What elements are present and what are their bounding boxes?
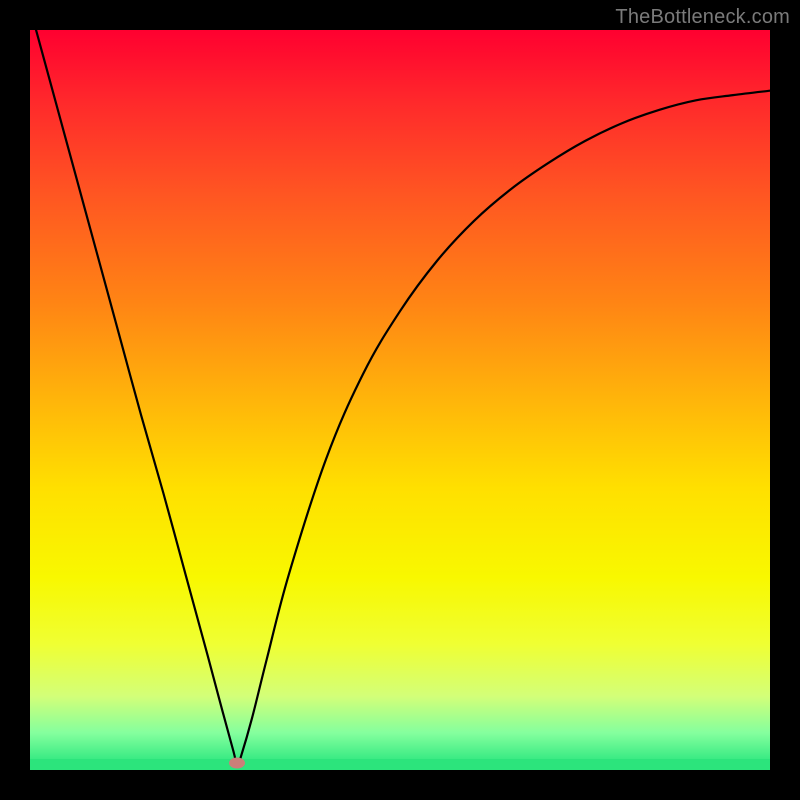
plot-area — [30, 30, 770, 770]
optimal-marker — [229, 757, 245, 768]
bottleneck-curve — [30, 30, 770, 766]
curve-svg — [30, 30, 770, 770]
watermark-text: TheBottleneck.com — [615, 6, 790, 29]
chart-frame: TheBottleneck.com — [0, 0, 800, 800]
